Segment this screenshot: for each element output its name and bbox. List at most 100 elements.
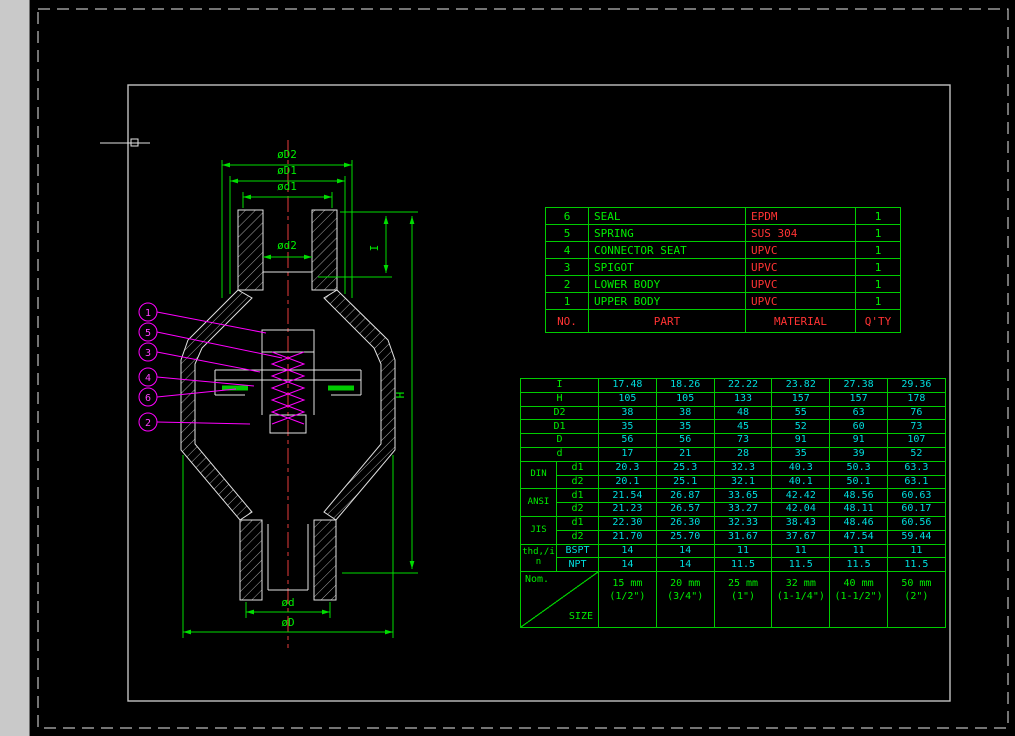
dims-corner: Nom.SIZE	[521, 572, 599, 628]
dims-value: 22.30	[599, 517, 657, 531]
balloon-number: 4	[145, 373, 151, 384]
dims-value: 48.56	[830, 489, 888, 503]
dims-size-line: 20 mm	[670, 579, 700, 590]
part-material: UPVC	[746, 259, 856, 276]
dims-value: 56	[657, 434, 715, 448]
dims-value: 11.5	[830, 558, 888, 572]
part-no: 1	[546, 293, 589, 310]
dims-value: 105	[657, 393, 715, 407]
dims-value: 76	[888, 407, 946, 421]
part-qty: 1	[856, 259, 901, 276]
dims-value: 25.3	[657, 462, 715, 476]
parts-header-material: MATERIAL	[746, 310, 856, 333]
dims-value: 50.3	[830, 462, 888, 476]
break-mark	[100, 139, 150, 146]
dims-value: 20.3	[599, 462, 657, 476]
part-qty: 1	[856, 208, 901, 225]
dims-value: 14	[599, 558, 657, 572]
dims-value: 37.67	[772, 531, 830, 545]
dims-size-line: (3/4")	[667, 592, 703, 603]
cad-application: { "colors": { "background": "#000000", "…	[0, 0, 1015, 736]
dims-value: 48	[715, 407, 773, 421]
dims-value: 63.3	[888, 462, 946, 476]
dims-value: 60	[830, 420, 888, 434]
dims-row-label: D1	[521, 420, 599, 434]
dimension-dia-d1: ød1	[243, 180, 332, 208]
dims-sub-label: d2	[557, 531, 599, 545]
dims-value: 26.57	[657, 503, 715, 517]
dims-value: 18.26	[657, 379, 715, 393]
dims-value: 14	[599, 545, 657, 559]
part-material: SUS 304	[746, 225, 856, 242]
part-name: UPPER BODY	[589, 293, 746, 310]
dims-value: 11	[715, 545, 773, 559]
dims-value: 11	[772, 545, 830, 559]
dims-value: 26.87	[657, 489, 715, 503]
dims-value: 40.3	[772, 462, 830, 476]
dims-value: 11	[888, 545, 946, 559]
dims-row-label: H	[521, 393, 599, 407]
dims-sub-label: d1	[557, 462, 599, 476]
dims-value: 40.1	[772, 476, 830, 490]
part-qty: 1	[856, 276, 901, 293]
valve-section-view: 1 5 3 4 6 2	[139, 140, 418, 648]
dims-value: 14	[657, 558, 715, 572]
dims-row-label: I	[521, 379, 599, 393]
dims-value: 107	[888, 434, 946, 448]
part-name: LOWER BODY	[589, 276, 746, 293]
dims-value: 25.70	[657, 531, 715, 545]
dims-value: 52	[888, 448, 946, 462]
dims-value: 91	[772, 434, 830, 448]
dims-value: 20.1	[599, 476, 657, 490]
dims-value: 32.3	[715, 462, 773, 476]
dims-value: 55	[772, 407, 830, 421]
parts-header-qty: Q'TY	[856, 310, 901, 333]
part-no: 6	[546, 208, 589, 225]
balloon-number: 5	[145, 328, 151, 339]
corner-size-label: SIZE	[569, 612, 593, 623]
part-name: SEAL	[589, 208, 746, 225]
dims-value: 35	[599, 420, 657, 434]
dims-value: 33.27	[715, 503, 773, 517]
dims-value: 21.54	[599, 489, 657, 503]
dims-value: 42.04	[772, 503, 830, 517]
dims-value: 157	[772, 393, 830, 407]
dims-group-label: thd,/in	[521, 545, 557, 573]
dims-value: 45	[715, 420, 773, 434]
dims-value: 178	[888, 393, 946, 407]
dims-size-line: (1/2")	[609, 592, 645, 603]
dims-row-label: d	[521, 448, 599, 462]
dims-value: 11	[830, 545, 888, 559]
dims-size-line: 50 mm	[901, 579, 931, 590]
dims-value: 105	[599, 393, 657, 407]
parts-table: 6SEALEPDM15SPRINGSUS 30414CONNECTOR SEAT…	[545, 207, 901, 333]
dims-sub-label: d1	[557, 489, 599, 503]
dim-label-height-H: H	[394, 392, 407, 399]
dims-value: 11.5	[715, 558, 773, 572]
dims-value: 73	[888, 420, 946, 434]
part-qty: 1	[856, 225, 901, 242]
dims-value: 23.82	[772, 379, 830, 393]
dimension-dia-d2: ød2	[263, 239, 312, 257]
part-material: UPVC	[746, 276, 856, 293]
balloon-number: 6	[145, 393, 151, 404]
part-material: EPDM	[746, 208, 856, 225]
dims-size-line: 25 mm	[728, 579, 758, 590]
part-qty: 1	[856, 293, 901, 310]
dim-label-dia-D1: øD1	[277, 164, 297, 177]
dims-value: 52	[772, 420, 830, 434]
dims-table: I17.4818.2622.2223.8227.3829.36H10510513…	[520, 378, 946, 628]
part-no: 5	[546, 225, 589, 242]
dims-value: 133	[715, 393, 773, 407]
dims-value: 32.1	[715, 476, 773, 490]
part-no: 2	[546, 276, 589, 293]
dims-value: 32.33	[715, 517, 773, 531]
balloon-callout-4: 4	[139, 368, 254, 386]
dims-value: 42.42	[772, 489, 830, 503]
dims-value: 73	[715, 434, 773, 448]
dims-sub-label: NPT	[557, 558, 599, 572]
dims-group-label: DIN	[521, 462, 557, 490]
part-name: SPRING	[589, 225, 746, 242]
dims-value: 21.70	[599, 531, 657, 545]
dims-row-label: D2	[521, 407, 599, 421]
